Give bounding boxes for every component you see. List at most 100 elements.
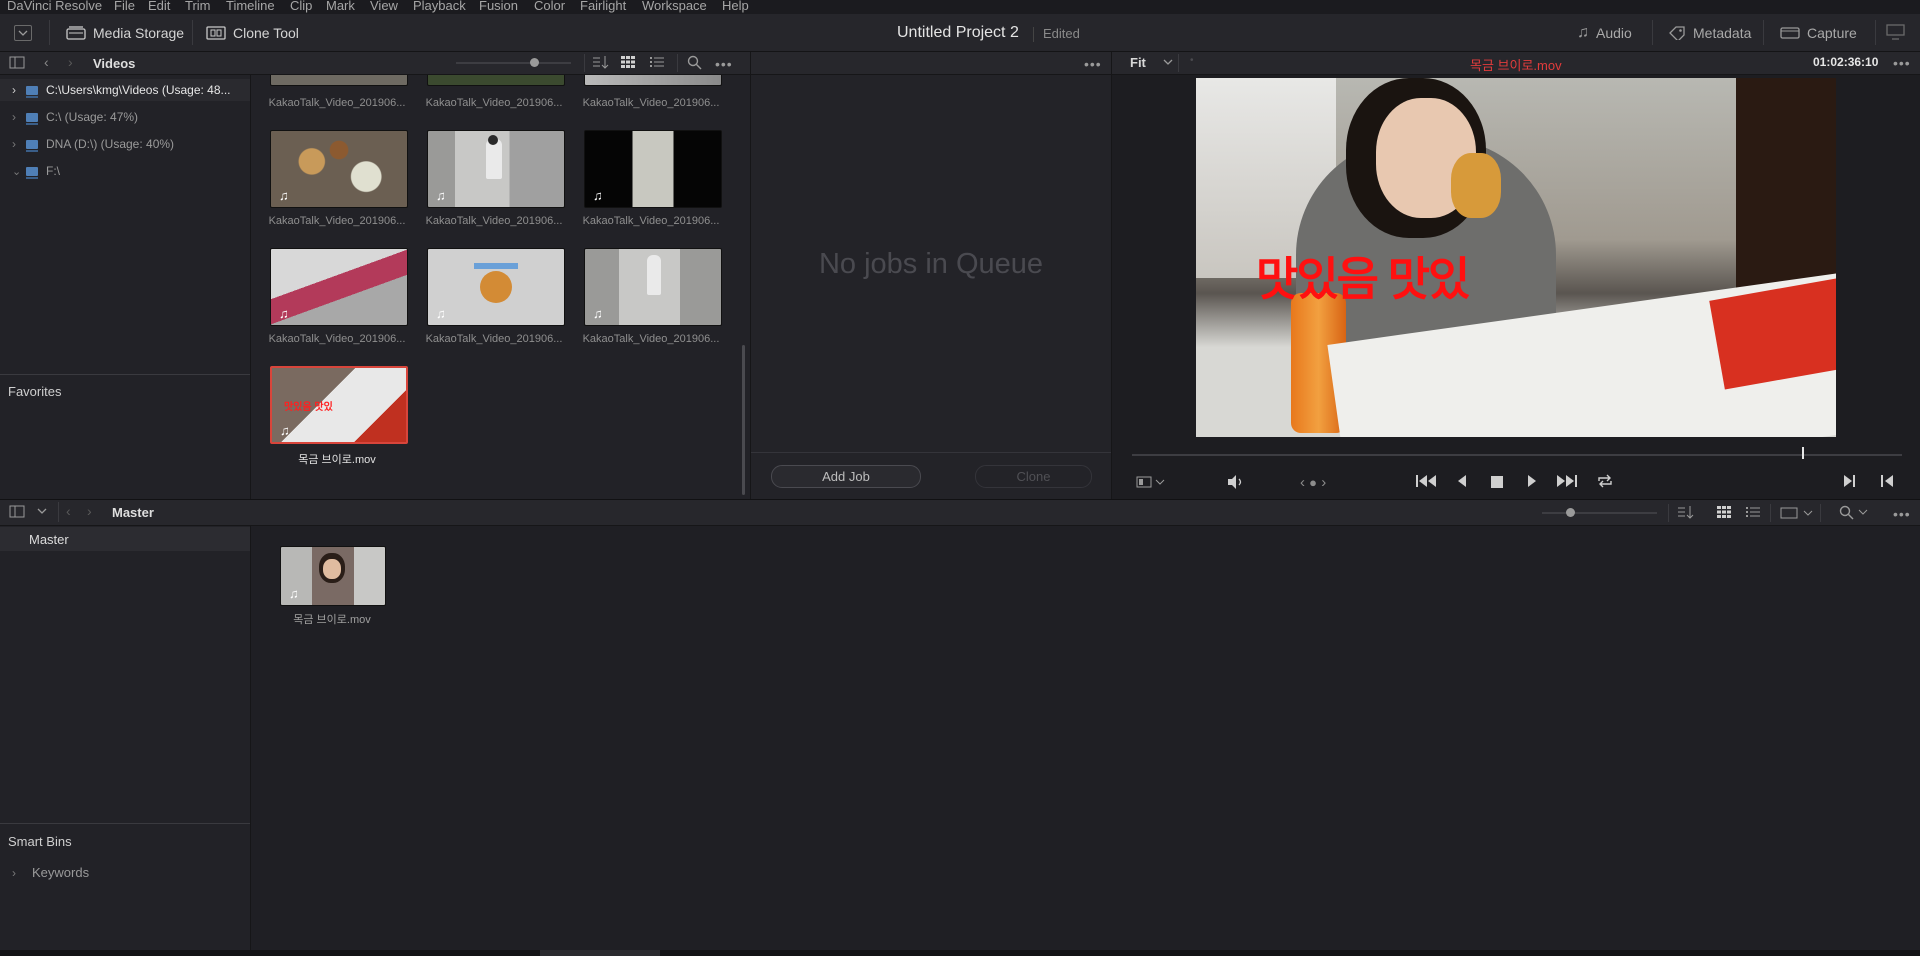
play-button[interactable]	[1526, 474, 1538, 488]
media-thumbnail[interactable]: ♫	[584, 130, 722, 208]
media-thumbnail[interactable]: ♫	[427, 248, 565, 326]
music-note-icon: ♫	[280, 423, 290, 438]
menu-color[interactable]: Color	[534, 0, 565, 13]
tree-item-label: DNA (D:\) (Usage: 40%)	[46, 137, 175, 151]
pool-list-view-button[interactable]	[1746, 506, 1760, 518]
tree-item-f-drive[interactable]: ⌄ F:\	[12, 164, 60, 179]
menu-mark[interactable]: Mark	[326, 0, 355, 13]
audio-button[interactable]: ♫ Audio	[1577, 14, 1632, 51]
media-pool-clips	[251, 526, 1920, 950]
menu-playback[interactable]: Playback	[413, 0, 466, 13]
pool-forward-button[interactable]: ›	[87, 503, 92, 519]
media-storage-button[interactable]: Media Storage	[66, 14, 184, 51]
thumbnail-zoom-knob[interactable]	[530, 58, 539, 67]
pool-grid-view-button[interactable]	[1717, 506, 1731, 518]
menu-fairlight[interactable]: Fairlight	[580, 0, 626, 13]
toolbar-divider	[1875, 20, 1876, 45]
viewer-scrubber[interactable]	[1132, 454, 1902, 456]
pool-more-options-button[interactable]: •••	[1893, 506, 1911, 522]
bin-item-master[interactable]: Master	[29, 532, 69, 547]
toolbar-divider	[192, 20, 193, 45]
pool-back-button[interactable]: ‹	[66, 503, 71, 519]
media-storage-icon	[66, 25, 86, 40]
workspace-toggle-button[interactable]	[14, 25, 32, 41]
media-thumbnail[interactable]: ♫	[270, 130, 408, 208]
skip-to-start-button[interactable]	[1415, 474, 1437, 488]
media-thumbnail-selected[interactable]: 맛있음 맛있 ♫	[270, 366, 408, 444]
panel-toggle-button[interactable]	[9, 56, 25, 69]
pool-clip-thumbnail[interactable]: ♫	[280, 546, 386, 606]
loop-button[interactable]	[1596, 474, 1614, 488]
mark-out-button[interactable]	[1880, 474, 1894, 488]
clone-header	[751, 52, 1111, 75]
tree-item-d-drive[interactable]: › DNA (D:\) (Usage: 40%)	[12, 137, 175, 152]
stop-button[interactable]	[1491, 476, 1503, 488]
smart-bin-keywords[interactable]: › Keywords	[12, 865, 89, 880]
step-back-button[interactable]	[1456, 474, 1468, 488]
viewer-more-options-button[interactable]: •••	[1893, 55, 1911, 71]
pool-sort-button[interactable]	[1677, 505, 1695, 519]
header-divider	[677, 54, 678, 72]
media-thumbnail[interactable]: ♫	[584, 248, 722, 326]
forward-button[interactable]: ›	[68, 54, 73, 70]
mark-out-icon	[1881, 475, 1893, 487]
chevron-left-icon: ‹	[44, 54, 49, 70]
fullscreen-viewer-button[interactable]	[1886, 23, 1906, 41]
skip-to-end-button[interactable]	[1556, 474, 1578, 488]
clone-more-options-button[interactable]: •••	[1084, 56, 1102, 72]
grid-view-button[interactable]	[621, 56, 635, 68]
menu-timeline[interactable]: Timeline	[226, 0, 275, 13]
capture-button[interactable]: Capture	[1780, 14, 1857, 51]
grid-view-icon	[1717, 506, 1731, 518]
viewer-playhead[interactable]	[1801, 447, 1804, 459]
bin-options-button[interactable]	[36, 506, 48, 516]
search-button[interactable]	[687, 55, 702, 70]
viewer-indicator-dot: •	[1190, 55, 1194, 66]
menu-trim[interactable]: Trim	[185, 0, 211, 13]
volume-button[interactable]	[1226, 474, 1246, 490]
menu-file[interactable]: File	[114, 0, 135, 13]
media-thumbnail[interactable]: ♫	[427, 130, 565, 208]
metadata-button[interactable]: Metadata	[1668, 14, 1751, 51]
mark-in-button[interactable]	[1843, 474, 1857, 488]
zoom-dropdown-button[interactable]	[1162, 57, 1174, 67]
menu-help[interactable]: Help	[722, 0, 749, 13]
pool-zoom-slider[interactable]	[1542, 512, 1657, 514]
music-note-icon: ♫	[436, 188, 446, 203]
browser-scrollbar[interactable]	[742, 345, 745, 495]
list-view-icon	[1746, 507, 1760, 517]
menu-edit[interactable]: Edit	[148, 0, 170, 13]
clip-name: KakaoTalk_Video_201906...	[268, 333, 406, 345]
clone-tool-button[interactable]: Clone Tool	[206, 14, 299, 51]
menu-view[interactable]: View	[370, 0, 398, 13]
pool-search-button[interactable]	[1839, 505, 1869, 520]
list-view-button[interactable]	[650, 56, 664, 68]
loop-icon	[1598, 474, 1612, 488]
chevron-down-icon: ⌄	[12, 165, 22, 178]
viewer-clip-name: 목금 브이로.mov	[1470, 58, 1562, 73]
menu-fusion[interactable]: Fusion	[479, 0, 518, 13]
jog-control[interactable]: ‹ ● ›	[1300, 474, 1326, 491]
pool-zoom-handle[interactable]	[1566, 508, 1575, 517]
clip-name: KakaoTalk_Video_201906...	[425, 215, 563, 227]
clone-button[interactable]: Clone	[975, 465, 1092, 488]
back-button[interactable]: ‹	[44, 54, 49, 70]
add-job-button[interactable]: Add Job	[771, 465, 921, 488]
menu-workspace[interactable]: Workspace	[642, 0, 707, 13]
more-options-button[interactable]: •••	[715, 56, 733, 72]
drive-icon	[26, 166, 38, 179]
tree-item-c-drive[interactable]: › C:\ (Usage: 47%)	[12, 110, 138, 125]
media-thumbnail[interactable]: ♫	[270, 248, 408, 326]
tree-item-videos[interactable]: › C:\Users\kmg\Videos (Usage: 48...	[12, 83, 231, 98]
menu-davinci-resolve[interactable]: DaVinci Resolve	[7, 0, 102, 13]
zoom-select[interactable]: Fit	[1130, 55, 1146, 70]
favorites-divider	[0, 374, 250, 375]
chevron-right-icon: ›	[12, 137, 16, 151]
smart-bins-divider	[0, 823, 250, 824]
menu-clip[interactable]: Clip	[290, 0, 312, 13]
bin-list-toggle-button[interactable]	[9, 505, 25, 518]
search-icon	[687, 55, 702, 70]
viewer-layout-button[interactable]	[1136, 476, 1166, 488]
sort-button[interactable]	[592, 55, 610, 69]
pool-layout-button[interactable]	[1780, 507, 1814, 519]
